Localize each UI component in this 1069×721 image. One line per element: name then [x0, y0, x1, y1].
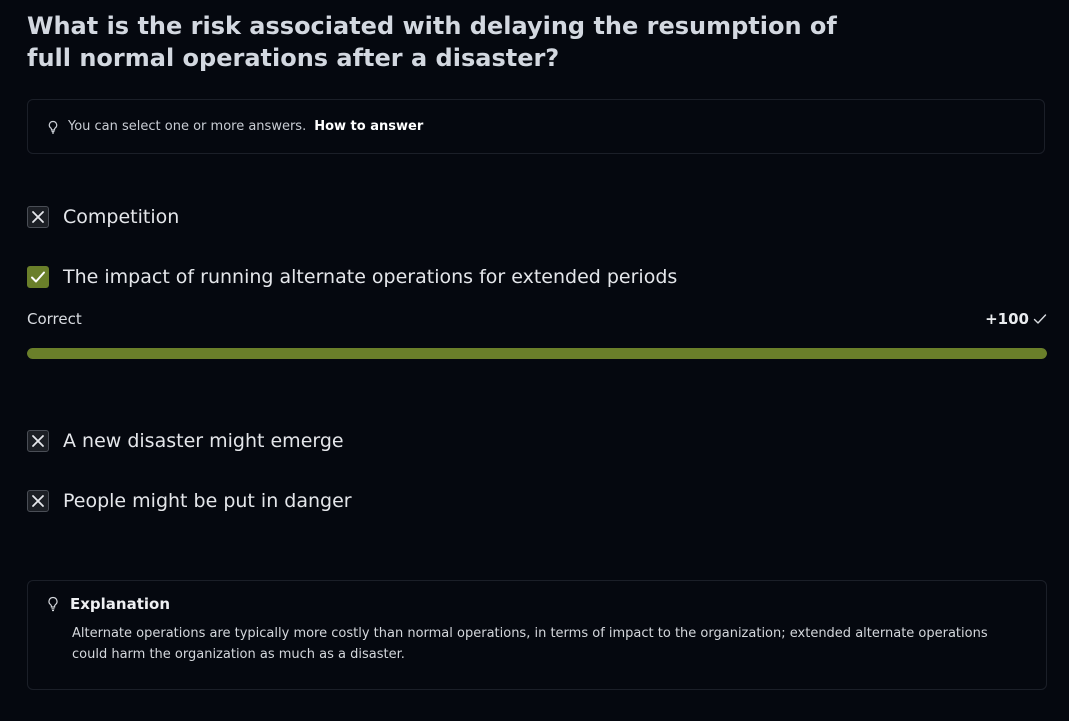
x-icon	[32, 495, 44, 507]
score-badge: +100	[985, 310, 1047, 328]
x-icon	[32, 211, 44, 223]
lightbulb-icon	[46, 120, 60, 134]
x-icon	[32, 435, 44, 447]
explanation-title: Explanation	[70, 595, 171, 613]
hint-text: You can select one or more answers.	[68, 119, 307, 134]
result-row: Correct +100	[27, 310, 1047, 328]
score-progress-bar	[27, 348, 1047, 359]
answer-option-3[interactable]: A new disaster might emerge	[27, 430, 344, 452]
answer-checkbox-4[interactable]	[27, 490, 49, 512]
answer-label-1: Competition	[63, 206, 180, 228]
explanation-box: Explanation Alternate operations are typ…	[27, 580, 1047, 690]
answer-label-4: People might be put in danger	[63, 490, 352, 512]
question-title: What is the risk associated with delayin…	[27, 12, 837, 72]
answer-label-2: The impact of running alternate operatio…	[63, 266, 678, 288]
explanation-header: Explanation	[46, 595, 1028, 613]
answer-option-2[interactable]: The impact of running alternate operatio…	[27, 266, 677, 288]
result-label: Correct	[27, 310, 82, 328]
check-icon	[1033, 314, 1047, 324]
score-progress-fill	[27, 348, 1047, 359]
check-icon	[31, 271, 45, 283]
explanation-text: Alternate operations are typically more …	[72, 626, 988, 662]
answer-label-3: A new disaster might emerge	[63, 430, 344, 452]
lightbulb-icon	[46, 596, 60, 612]
hint-box: You can select one or more answers. How …	[27, 99, 1045, 154]
answer-checkbox-1[interactable]	[27, 206, 49, 228]
how-to-answer-link[interactable]: How to answer	[314, 119, 423, 134]
answer-checkbox-2[interactable]	[27, 266, 49, 288]
answer-option-4[interactable]: People might be put in danger	[27, 490, 352, 512]
answer-option-1[interactable]: Competition	[27, 206, 179, 228]
score-value: +100	[985, 310, 1029, 328]
answer-checkbox-3[interactable]	[27, 430, 49, 452]
